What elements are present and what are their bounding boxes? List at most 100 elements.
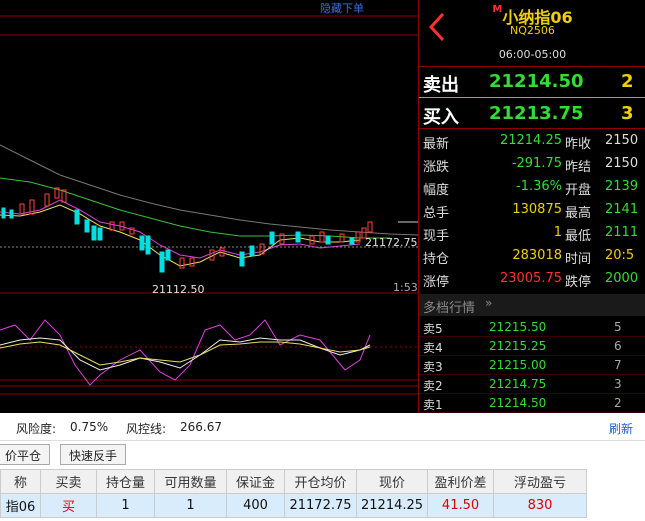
table-cell: 1 [154,493,227,518]
candles-up [19,187,373,269]
last-price-tag: 21172.75 [365,236,418,249]
table-cell: 21214.25 [355,493,429,518]
quote-label: 总手 [423,206,450,221]
depth-label: 卖5 [423,322,443,336]
column-header[interactable]: 开仓均价 [284,469,357,494]
depth-label: 卖1 [423,398,443,412]
bid-row[interactable]: 买入 21213.75 3 [419,100,645,128]
table-cell: 830 [493,493,588,518]
close-position-button[interactable]: 价平仓 [0,444,51,465]
contract-mark: M [492,4,503,15]
depth-label: 卖2 [423,379,443,393]
depth-row[interactable]: 卖4 21215.25 6 [419,337,645,356]
low-price-tag: 21112.50 [152,283,205,296]
kdj-magenta-line [0,319,371,386]
quote-value: 2150 [605,156,639,171]
bid-price: 21213.75 [489,103,584,124]
quote-value: 130875 [512,202,562,217]
ask-label: 卖出 [423,75,459,96]
table-cell: 41.50 [427,493,495,518]
quote-row: 涨停 23005.75 跌停 2000 [419,268,645,291]
hide-order-link[interactable]: 隐藏下单 [320,0,364,16]
depth-price: 21215.50 [489,320,547,334]
risk-line-label: 风控线: [126,422,167,436]
refresh-button[interactable]: 刷新 [609,420,633,437]
time-tag: 1:53 [393,281,418,294]
quote-label: 幅度 [423,183,450,198]
quote-label: 涨跌 [423,160,450,175]
depth-row[interactable]: 卖3 21215.00 7 [419,356,645,375]
divider [419,66,645,67]
table-cell: 指06 [0,493,41,518]
table-header: 称买卖 持仓量 可用数量 保证金 开仓均价 现价 盈利价差 浮动盈亏 [0,469,588,494]
quote-value: 2139 [605,179,639,194]
action-buttons: 价平仓 快速反手 [0,441,645,469]
quote-value: -1.36% [516,179,562,194]
depth-qty: 2 [614,396,622,410]
quote-value: 2111 [605,225,639,240]
depth-row[interactable]: 卖5 21215.50 5 [419,318,645,337]
quote-label: 持仓 [423,252,450,267]
quote-value: 283018 [512,248,562,263]
quote-row: 幅度 -1.36% 开盘 2139 [419,176,645,199]
divider [419,97,645,98]
depth-label: 卖4 [423,341,443,355]
risk-line-value: 266.67 [180,420,222,434]
column-header[interactable]: 可用数量 [154,469,227,494]
kline-chart[interactable]: 隐藏下单 21172.75 21112.50 1:53 [0,0,418,413]
quick-reverse-button[interactable]: 快速反手 [60,444,127,465]
session-time: 06:00-05:00 [498,48,567,61]
quote-panel: M小纳指06 NQ2506 06:00-05:00 卖出 21214.50 2 … [418,0,645,413]
risk-value: 0.75% [70,420,109,434]
risk-label: 风险度: [16,422,57,436]
depth-price: 21214.75 [489,377,547,391]
positions-table: 称买卖 持仓量 可用数量 保证金 开仓均价 现价 盈利价差 浮动盈亏 指06 买 1 1 400 211… [0,469,588,518]
column-header[interactable]: 浮动盈亏 [493,469,588,494]
depth-qty: 3 [614,377,622,391]
column-header[interactable]: 盈利价差 [427,469,495,494]
table-cell: 1 [96,493,155,518]
quote-value: 20:5 [605,248,635,263]
quote-value: 2150 [605,133,639,148]
quote-label: 最新 [423,137,450,152]
quote-label: 时间 [565,252,592,267]
ask-qty: 2 [621,71,634,92]
kline-svg [0,15,418,395]
column-header[interactable]: 持仓量 [96,469,155,494]
quote-label: 开盘 [565,183,592,198]
depth-qty: 5 [614,320,622,334]
column-header[interactable]: 买卖 [40,469,97,494]
quote-label: 涨停 [423,275,450,290]
quote-value: 21214.25 [499,133,562,148]
column-header[interactable]: 保证金 [226,469,285,494]
kdj-white-line [0,337,371,371]
depth-row[interactable]: 卖1 21214.50 2 [419,394,645,413]
ask-row[interactable]: 卖出 21214.50 2 [419,68,645,96]
quote-label: 跌停 [565,275,592,290]
ask-price: 21214.50 [489,71,584,92]
depth-price: 21214.50 [489,396,547,410]
ma-mid-line [0,177,390,239]
depth-row[interactable]: 卖2 21214.75 3 [419,375,645,394]
quote-value: 2141 [605,202,639,217]
bid-label: 买入 [423,107,459,128]
depth-qty: 6 [614,339,622,353]
depth-header[interactable]: 多档行情 » [419,294,645,316]
quote-label: 昨收 [565,137,592,152]
depth-label: 卖3 [423,360,443,374]
quote-value: 23005.75 [499,271,562,286]
quote-value: -291.75 [511,156,562,171]
quote-row: 现手 1 最低 2111 [419,222,645,245]
depth-qty: 7 [614,358,622,372]
quote-label: 最高 [565,206,592,221]
table-cell: 400 [226,493,285,518]
table-row[interactable]: 指06 买 1 1 400 21172.75 21214.25 41.50 830 [0,493,588,518]
depth-price: 21215.00 [489,358,547,372]
chevron-down-icon[interactable]: » [485,296,492,310]
account-panel: 风险度: 0.75% 风控线: 266.67 刷新 价平仓 快速反手 称买卖 持仓… [0,413,645,521]
quote-label: 昨结 [565,160,592,175]
quote-label: 现手 [423,229,450,244]
divider [419,128,645,129]
column-header[interactable]: 现价 [355,469,429,494]
column-header[interactable]: 称 [0,469,41,494]
